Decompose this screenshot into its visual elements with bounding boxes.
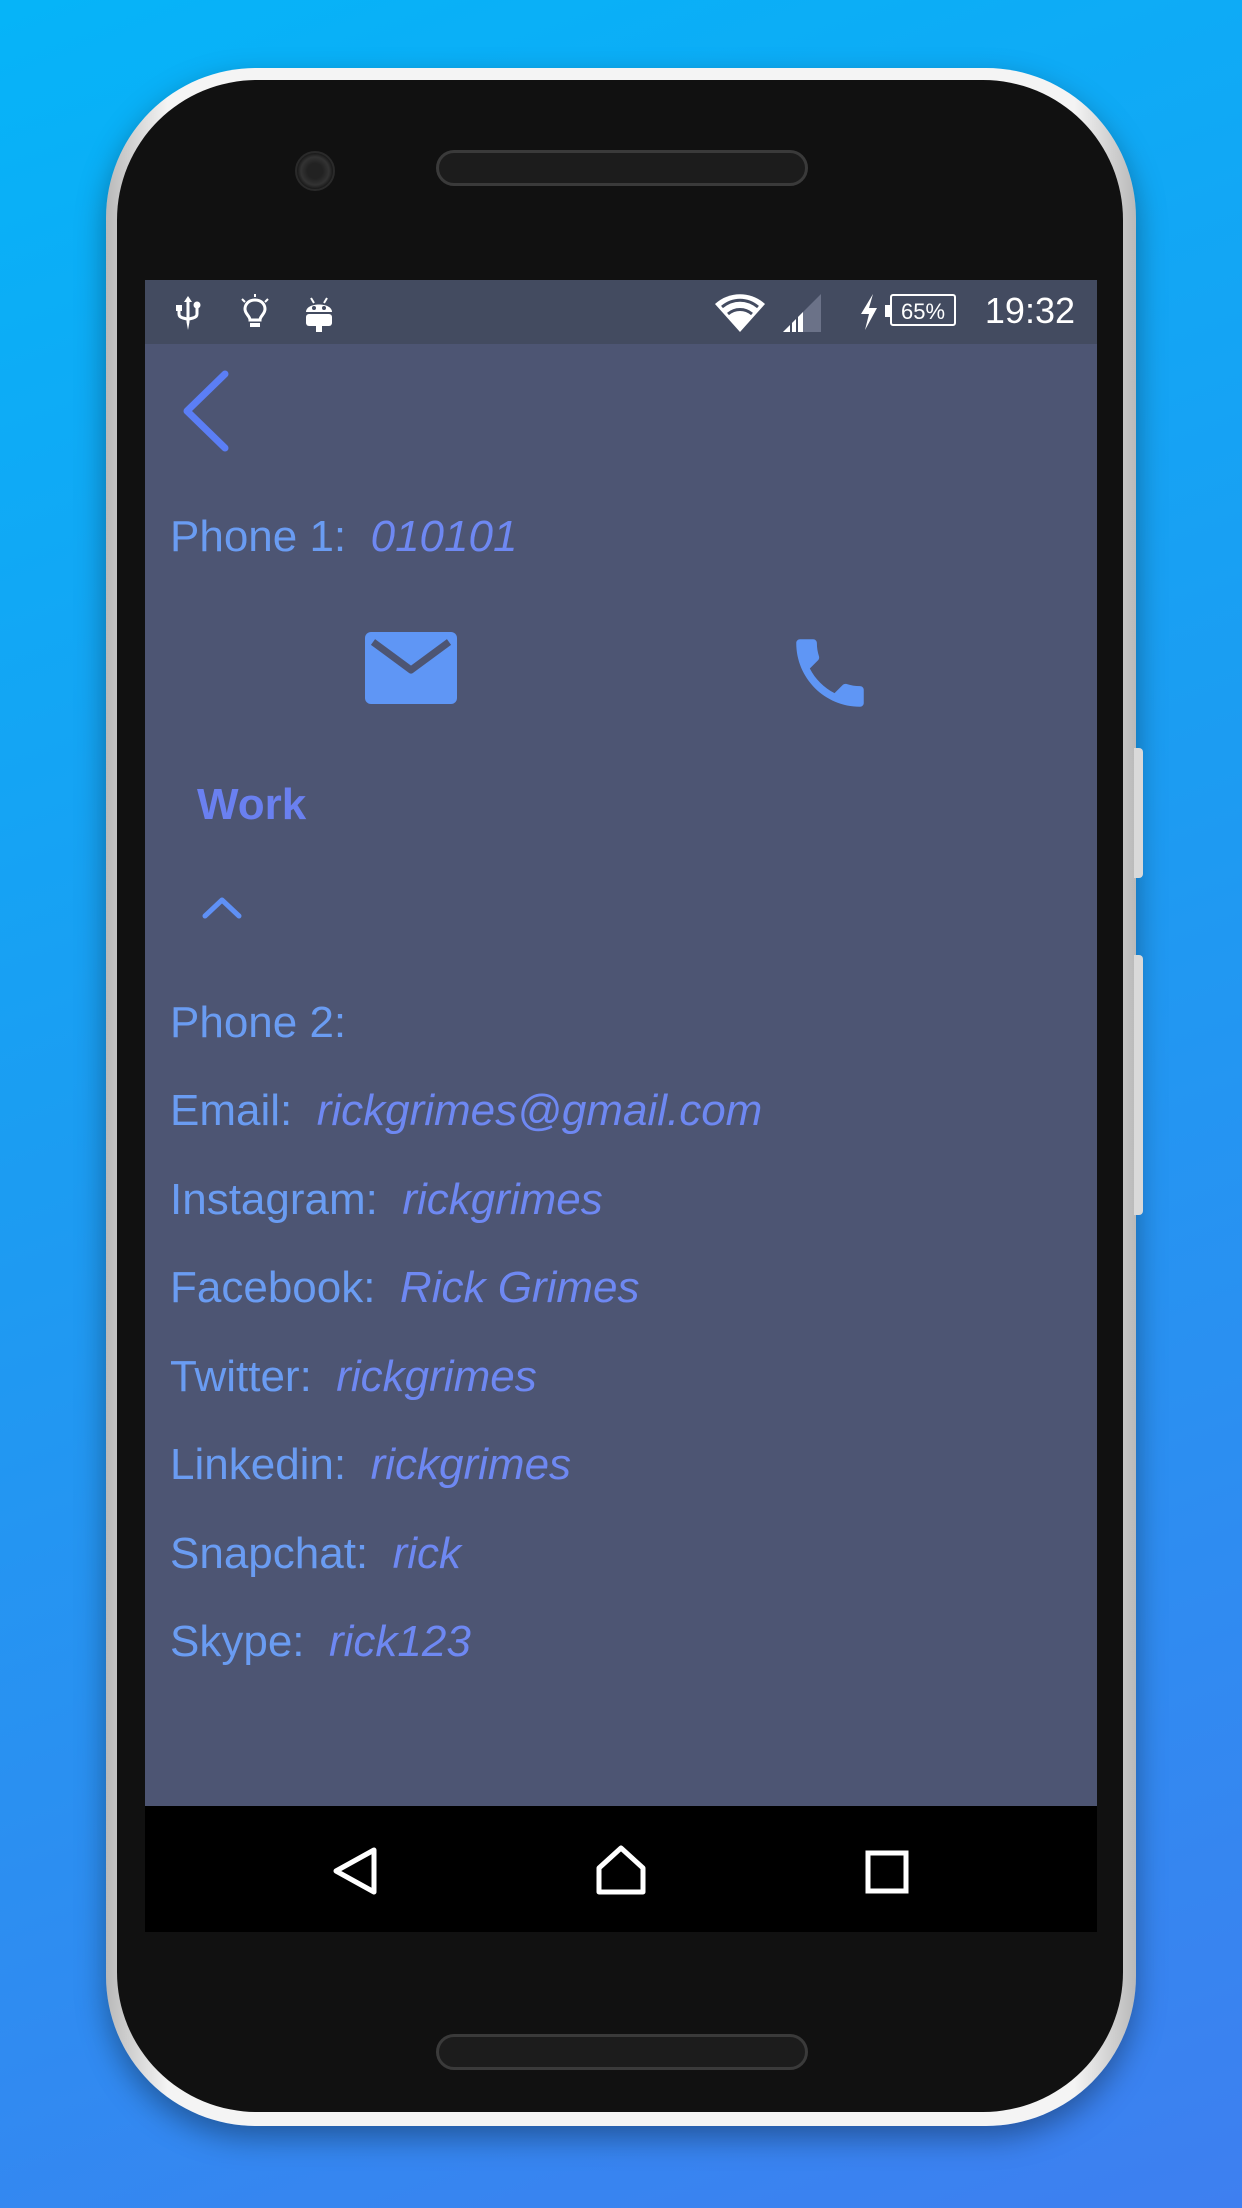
field-label: Snapchat:: [170, 1529, 369, 1578]
screen: 65% 19:32 Phone 1: 010101 Work Phone 2: …: [145, 280, 1097, 1932]
navigation-bar: [145, 1806, 1097, 1932]
field-value[interactable]: rickgrimes@gmail.com: [317, 1086, 763, 1135]
field-value[interactable]: rick: [393, 1529, 461, 1578]
signal-icon: [783, 294, 821, 332]
field-label: Twitter:: [170, 1352, 312, 1401]
field-value[interactable]: Rick Grimes: [400, 1263, 640, 1312]
back-arrow-icon[interactable]: [175, 366, 235, 456]
wifi-icon: [715, 294, 765, 332]
field-label: Phone 2:: [170, 998, 347, 1047]
field-row-facebook: Facebook: Rick Grimes: [170, 1263, 639, 1313]
field-row-snapchat: Snapchat: rick: [170, 1529, 461, 1579]
power-button: [1134, 748, 1143, 878]
usb-icon: [176, 296, 201, 330]
field-row-twitter: Twitter: rickgrimes: [170, 1352, 537, 1402]
field-value[interactable]: rickgrimes: [371, 1440, 571, 1489]
bottom-speaker: [436, 2034, 808, 2070]
android-icon: [306, 297, 332, 332]
mail-icon[interactable]: [365, 632, 457, 704]
field-value[interactable]: rick123: [329, 1617, 471, 1666]
nav-back-icon[interactable]: [330, 1846, 380, 1896]
field-label: Instagram:: [170, 1175, 378, 1224]
section-title-work: Work: [197, 780, 307, 829]
field-label: Skype:: [170, 1617, 305, 1666]
clock: 19:32: [984, 290, 1075, 331]
field-value[interactable]: rickgrimes: [402, 1175, 602, 1224]
phone1-row: Phone 1: 010101: [170, 512, 517, 562]
top-speaker: [436, 150, 808, 186]
front-camera: [295, 151, 335, 191]
status-bar: 65% 19:32: [145, 280, 1097, 344]
field-label: Linkedin:: [170, 1440, 347, 1489]
field-label: Facebook:: [170, 1263, 376, 1312]
field-row-instagram: Instagram: rickgrimes: [170, 1175, 603, 1225]
field-label: Email:: [170, 1086, 293, 1135]
charging-icon: [861, 294, 877, 330]
field-value[interactable]: rickgrimes: [336, 1352, 536, 1401]
phone-call-icon[interactable]: [785, 628, 875, 718]
field-row-skype: Skype: rick123: [170, 1617, 471, 1667]
phone1-value[interactable]: 010101: [371, 512, 518, 561]
volume-button: [1134, 955, 1143, 1215]
field-row-email: Email: rickgrimes@gmail.com: [170, 1086, 762, 1136]
field-row-phone2: Phone 2:: [170, 998, 366, 1048]
phone1-label: Phone 1:: [170, 512, 347, 561]
nav-home-icon[interactable]: [595, 1844, 647, 1896]
nav-recents-icon[interactable]: [865, 1850, 909, 1894]
lightbulb-icon: [241, 294, 269, 327]
chevron-up-icon[interactable]: [200, 892, 244, 922]
battery-indicator: 65%: [885, 294, 956, 326]
field-row-linkedin: Linkedin: rickgrimes: [170, 1440, 571, 1490]
